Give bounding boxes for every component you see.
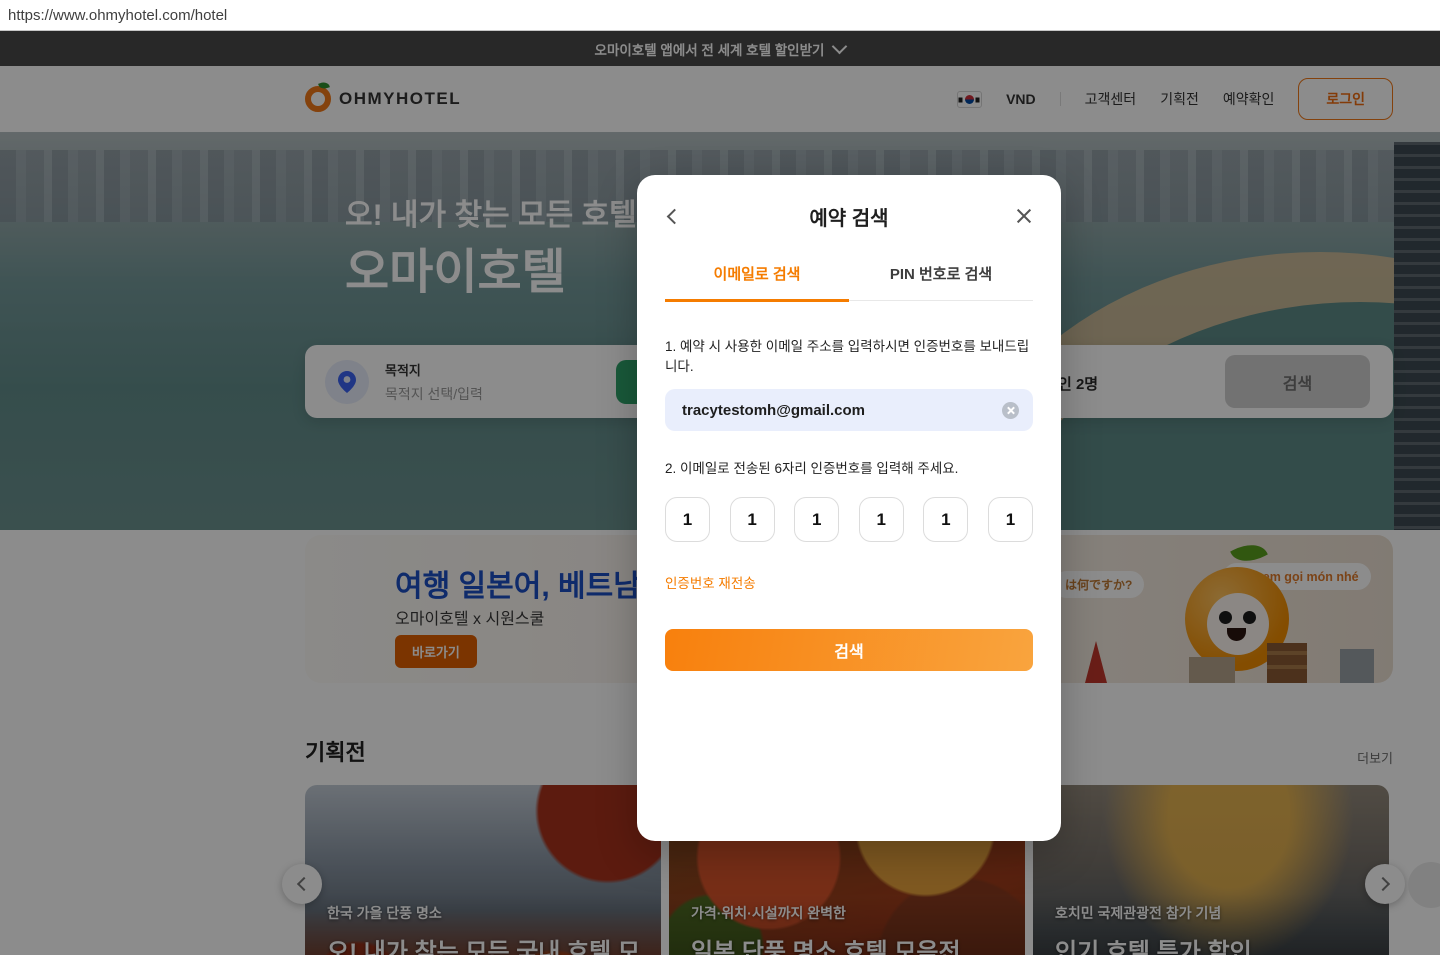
url-text: https://www.ohmyhotel.com/hotel [8,6,228,24]
otp-digit-1[interactable]: 1 [665,497,710,542]
otp-digit-4[interactable]: 1 [858,497,904,542]
resend-code-link[interactable]: 인증번호 재전송 [665,572,756,592]
modal-search-button[interactable]: 검색 [665,629,1033,671]
reservation-search-modal: 예약 검색 이메일로 검색 PIN 번호로 검색 1. 예약 시 사용한 이메일… [637,175,1061,841]
tab-search-by-email[interactable]: 이메일로 검색 [665,263,849,302]
browser-address-bar[interactable]: https://www.ohmyhotel.com/hotel [0,0,1440,31]
modal-title: 예약 검색 [809,207,889,230]
email-field-wrapper [665,389,1033,431]
tab-search-by-pin[interactable]: PIN 번호로 검색 [849,263,1033,300]
email-input[interactable] [682,401,1002,419]
otp-digit-3[interactable]: 1 [794,497,840,542]
step1-instruction: 1. 예약 시 사용한 이메일 주소를 입력하시면 인증번호를 보내드립니다. [665,339,1030,374]
otp-digit-6[interactable]: 1 [987,497,1033,542]
otp-inputs: 1 1 1 1 1 1 [665,497,1033,542]
page: https://www.ohmyhotel.com/hotel 오마이호텔 앱에… [0,0,1440,955]
otp-digit-5[interactable]: 1 [923,497,969,542]
back-button[interactable] [661,203,687,229]
modal-tabs: 이메일로 검색 PIN 번호로 검색 [665,263,1033,302]
close-icon [1015,207,1033,225]
clear-input-icon[interactable] [1002,401,1019,419]
step2-instruction: 2. 이메일로 전송된 6자리 인증번호를 입력해 주세요. [665,461,959,476]
modal-header: 예약 검색 [665,201,1033,231]
otp-digit-2[interactable]: 1 [729,497,775,542]
close-button[interactable] [1011,203,1037,229]
chevron-left-icon [666,208,682,224]
